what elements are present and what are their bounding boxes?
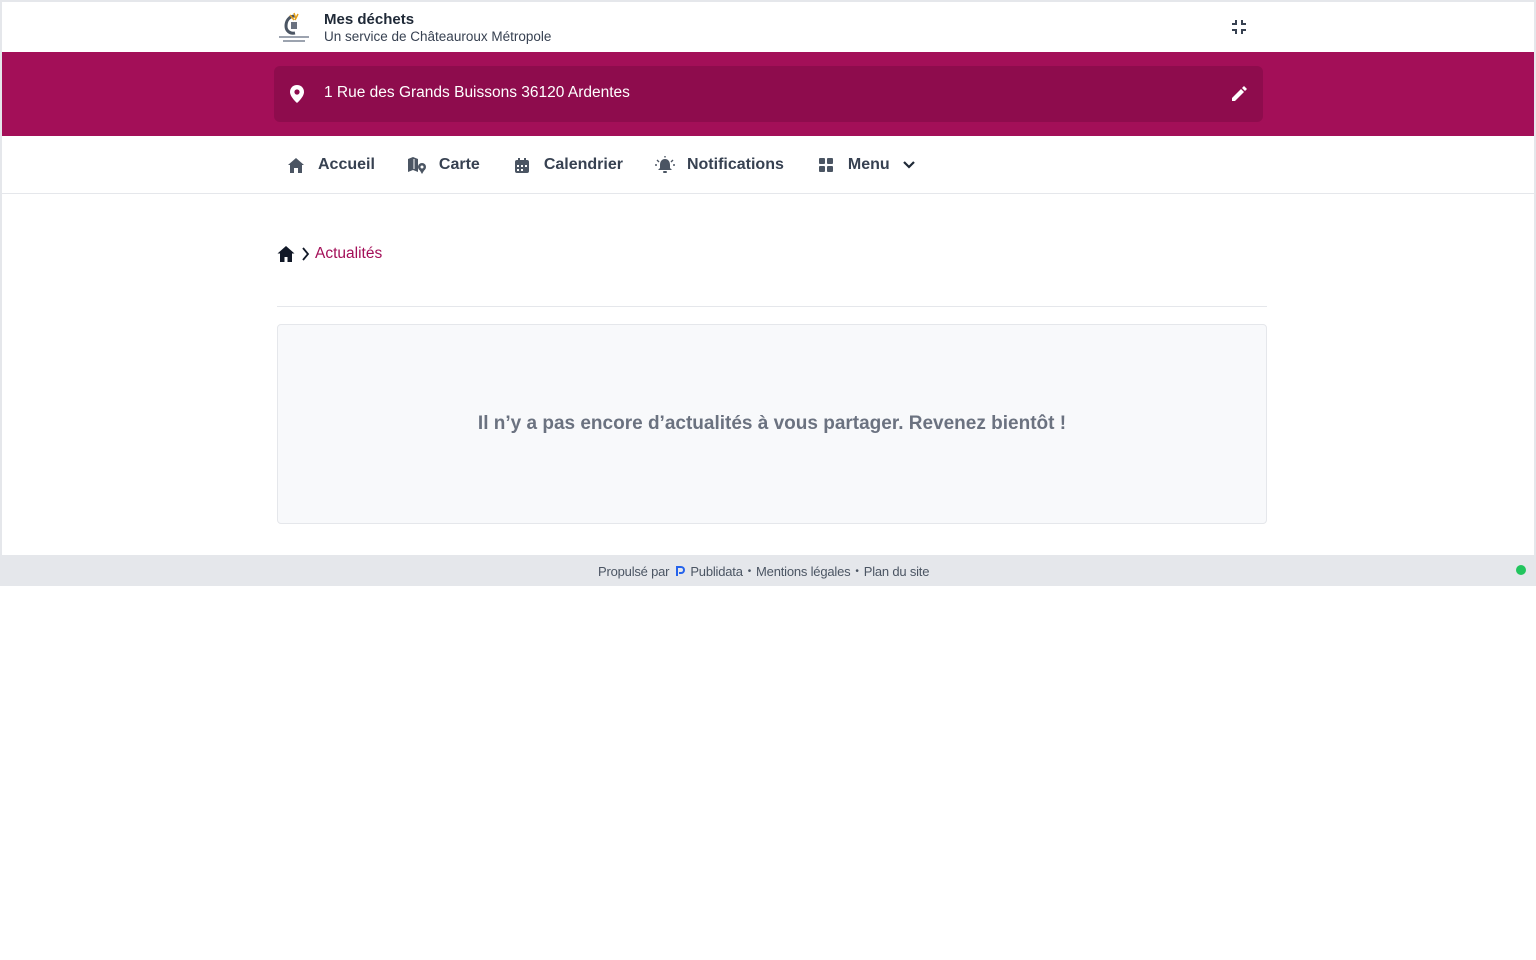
app-title: Mes déchets <box>324 11 415 28</box>
nav-item-notifications[interactable]: Notifications <box>654 136 784 194</box>
address-band: 1 Rue des Grands Buissons 36120 Ardentes <box>2 52 1534 136</box>
legal-link[interactable]: Mentions légales <box>756 564 851 579</box>
compress-icon <box>1232 20 1246 34</box>
chateauroux-logo <box>276 10 312 46</box>
collapse-button[interactable] <box>1228 16 1250 38</box>
address-text: 1 Rue des Grands Buissons 36120 Ardentes <box>324 84 630 101</box>
app-subtitle: Un service de Châteauroux Métropole <box>324 29 552 44</box>
grid-icon <box>818 158 833 172</box>
divider <box>277 306 1267 307</box>
empty-news-card: Il n’y a pas encore d’actualités à vous … <box>277 324 1267 524</box>
footer-separator: • <box>747 565 752 577</box>
nav-item-menu[interactable]: Menu <box>816 136 918 194</box>
main-nav: Accueil Carte Calendrier Notifications M… <box>2 136 1534 194</box>
empty-news-message: Il n’y a pas encore d’actualités à vous … <box>477 413 1067 434</box>
location-pin-icon <box>290 85 304 103</box>
publidata-link[interactable]: Publidata <box>690 564 743 579</box>
nav-item-carte[interactable]: Carte <box>407 136 480 194</box>
status-indicator <box>1516 565 1526 575</box>
nav-label-menu: Menu <box>847 156 890 173</box>
bell-icon <box>654 156 675 173</box>
app-frame: Mes déchets Un service de Châteauroux Mé… <box>0 0 1536 555</box>
home-icon <box>288 157 304 173</box>
top-header: Mes déchets Un service de Châteauroux Mé… <box>2 2 1534 52</box>
breadcrumb: Actualités <box>277 244 382 264</box>
brand[interactable]: Mes déchets Un service de Châteauroux Mé… <box>276 10 551 46</box>
nav-label-accueil: Accueil <box>318 156 375 173</box>
calendar-icon <box>514 157 529 173</box>
nav-label-calendrier: Calendrier <box>543 156 623 173</box>
powered-by-label: Propulsé par <box>598 563 670 579</box>
nav-label-notifications: Notifications <box>686 156 784 173</box>
home-icon[interactable] <box>277 245 295 263</box>
nav-item-calendrier[interactable]: Calendrier <box>512 136 623 194</box>
chevron-down-icon <box>902 161 915 169</box>
edit-pencil-icon[interactable] <box>1229 84 1249 104</box>
breadcrumb-current: Actualités <box>315 245 383 262</box>
nav-label-carte: Carte <box>438 156 480 173</box>
map-icon <box>407 157 426 174</box>
footer: Propulsé par Publidata • Mentions légale… <box>0 555 1536 586</box>
address-selector[interactable]: 1 Rue des Grands Buissons 36120 Ardentes <box>274 66 1263 122</box>
chevron-right-icon <box>302 247 310 261</box>
publidata-logo-icon <box>676 566 686 576</box>
sitemap-link[interactable]: Plan du site <box>864 564 930 579</box>
footer-separator: • <box>855 565 859 577</box>
nav-item-accueil[interactable]: Accueil <box>286 136 375 194</box>
